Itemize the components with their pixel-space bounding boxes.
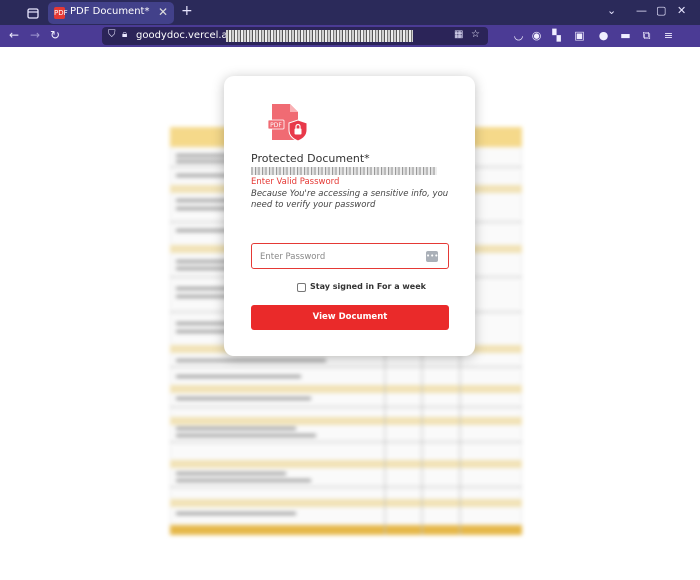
new-tab-icon[interactable]: +: [181, 3, 193, 19]
minimize-icon[interactable]: —: [636, 4, 647, 17]
forward-arrow-icon[interactable]: →: [30, 28, 40, 42]
lock-icon[interactable]: 🔒︎: [122, 29, 127, 40]
pdf-favicon-icon: PDF: [54, 7, 68, 19]
password-input[interactable]: [260, 249, 420, 264]
stay-signed-in-checkbox[interactable]: [297, 283, 306, 292]
url-bar[interactable]: ⛉ 🔒︎ goodydoc.vercel.app/ ▦ ☆: [102, 27, 488, 45]
password-manager-icon[interactable]: •••: [426, 251, 438, 262]
redacted-filename: [251, 167, 437, 175]
password-field[interactable]: •••: [251, 243, 449, 269]
addon-badge-icon[interactable]: ▣: [573, 29, 586, 42]
browser-tab-active[interactable]: PDF PDF Document* ✕: [48, 2, 174, 24]
modal-title: Protected Document*: [251, 152, 370, 165]
tab-close-icon[interactable]: ✕: [158, 5, 168, 19]
addon-green-icon[interactable]: ▬: [619, 29, 632, 42]
pocket-icon[interactable]: ◡: [512, 29, 525, 42]
tab-title: PDF Document*: [70, 6, 150, 17]
account-icon[interactable]: ◉: [530, 29, 543, 42]
close-window-icon[interactable]: ✕: [677, 4, 686, 17]
qr-code-icon[interactable]: ▦: [454, 29, 463, 40]
tab-overview-icon[interactable]: [26, 5, 42, 21]
shield-icon[interactable]: ⛉: [108, 29, 116, 40]
extensions-puzzle-icon[interactable]: ⧉: [640, 29, 653, 42]
tabs-dropdown-icon[interactable]: ⌄: [607, 4, 616, 17]
addon-circle-icon[interactable]: ●: [597, 29, 610, 42]
app-menu-icon[interactable]: ≡: [662, 29, 675, 42]
protected-pdf-icon: PDF: [264, 100, 310, 146]
url-redacted-path: [226, 30, 413, 42]
stay-signed-in-label[interactable]: Stay signed in For a week: [310, 282, 426, 291]
pdf-icon-label: PDF: [270, 122, 282, 129]
password-modal: PDF Protected Document* Enter Valid Pass…: [224, 76, 475, 356]
page-content: PDF Protected Document* Enter Valid Pass…: [0, 47, 700, 580]
reload-icon[interactable]: ↻: [50, 28, 60, 42]
maximize-icon[interactable]: ▢: [656, 4, 666, 17]
browser-tab-bar: PDF PDF Document* ✕ + ⌄ — ▢ ✕: [0, 0, 700, 25]
browser-nav-bar: ← → ↻ ⛉ 🔒︎ goodydoc.vercel.app/ ▦ ☆ ◡ ◉ …: [0, 25, 700, 47]
error-message: Enter Valid Password: [251, 177, 340, 187]
extensions-grid-icon[interactable]: ▚: [550, 29, 563, 42]
bookmark-star-icon[interactable]: ☆: [471, 29, 480, 40]
hint-text: Because You're accessing a sensitive inf…: [251, 189, 449, 210]
back-arrow-icon[interactable]: ←: [9, 28, 19, 42]
view-document-button[interactable]: View Document: [251, 305, 449, 330]
